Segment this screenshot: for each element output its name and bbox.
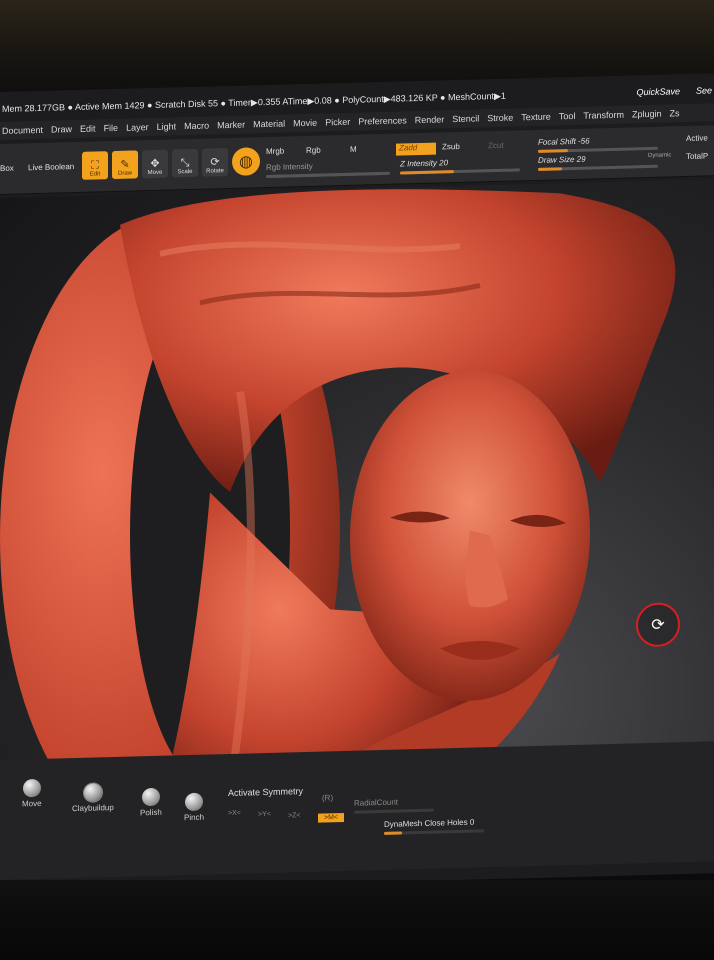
active-points-label: Active: [686, 133, 708, 144]
menu-stroke[interactable]: Stroke: [487, 113, 513, 124]
zcut-button[interactable]: Zcut: [488, 141, 504, 150]
menu-file[interactable]: File: [104, 123, 119, 133]
menu-draw[interactable]: Draw: [51, 124, 72, 135]
polish-brush-icon: [141, 787, 160, 807]
menu-macro[interactable]: Macro: [184, 121, 209, 132]
scale-tool-button[interactable]: ⤡ Scale: [172, 148, 198, 178]
scale-icon: ⤡: [180, 157, 190, 170]
brush-claybuildup[interactable]: Claybuildup: [72, 783, 114, 813]
menu-tool[interactable]: Tool: [559, 111, 576, 121]
edit-icon: ⛶: [91, 159, 99, 172]
menu-light[interactable]: Light: [157, 121, 177, 132]
quicksave-button[interactable]: QuickSave: [636, 86, 680, 97]
pinch-brush-icon: [185, 792, 203, 812]
menu-zscript[interactable]: Zs: [670, 108, 680, 118]
move-label: Move: [147, 169, 163, 177]
material-sphere-button[interactable]: ◍: [232, 147, 260, 176]
brush-polish-label: Polish: [140, 807, 162, 818]
menu-layer[interactable]: Layer: [126, 122, 149, 133]
monitor-bezel: [0, 880, 714, 960]
rotate-tool-button[interactable]: ⟳ Rotate: [202, 148, 228, 177]
focal-shift-label: Focal Shift -56: [538, 136, 590, 147]
menu-material[interactable]: Material: [253, 119, 285, 130]
edit-label: Edit: [89, 171, 101, 178]
dynamesh-close-holes-slider[interactable]: [384, 829, 484, 835]
move-icon: ✥: [150, 157, 160, 171]
menu-texture[interactable]: Texture: [521, 112, 551, 123]
bottom-shelf: Move Claybuildup Polish Pinch Activate S…: [0, 741, 714, 880]
material-sphere-icon: ◍: [239, 153, 253, 171]
brush-claybuildup-label: Claybuildup: [72, 803, 114, 814]
menu-edit[interactable]: Edit: [80, 123, 96, 133]
rgb-intensity-slider[interactable]: [266, 171, 390, 179]
menu-preferences[interactable]: Preferences: [358, 115, 407, 126]
z-intensity-slider[interactable]: [400, 168, 520, 175]
sculpt-model: [0, 189, 676, 839]
menu-transform[interactable]: Transform: [583, 110, 624, 121]
menu-zplugin[interactable]: Zplugin: [632, 109, 662, 120]
zadd-button[interactable]: Zadd: [396, 142, 436, 156]
draw-size-slider[interactable]: [538, 164, 658, 171]
menu-picker[interactable]: Picker: [325, 117, 350, 128]
menu-stencil[interactable]: Stencil: [452, 113, 479, 124]
symmetry-m-button[interactable]: >M<: [318, 812, 345, 823]
menu-render[interactable]: Render: [415, 114, 445, 125]
symmetry-x-button[interactable]: >X<: [228, 810, 241, 817]
zsub-button[interactable]: Zsub: [442, 142, 460, 151]
draw-size-label: Draw Size 29: [538, 154, 586, 165]
focal-shift-slider[interactable]: [538, 146, 658, 153]
scale-label: Scale: [177, 168, 193, 176]
dynamesh-close-holes-label: DynaMesh Close Holes 0: [384, 817, 475, 829]
symmetry-y-button[interactable]: >Y<: [258, 811, 271, 818]
m-button[interactable]: M: [350, 145, 357, 154]
monitor-screen: Mem 28.177GB ● Active Mem 1429 ● Scratch…: [0, 73, 714, 893]
radial-count-slider[interactable]: [354, 808, 434, 814]
brush-pinch[interactable]: Pinch: [184, 792, 205, 823]
activate-symmetry-button[interactable]: Activate Symmetry: [228, 786, 303, 798]
dynamic-button[interactable]: Dynamic: [648, 152, 671, 159]
radial-count-label: RadialCount: [354, 797, 399, 808]
box-button[interactable]: Box: [0, 164, 14, 173]
brush-polish[interactable]: Polish: [140, 787, 162, 818]
rgb-button[interactable]: Rgb: [306, 146, 321, 155]
menu-marker[interactable]: Marker: [217, 120, 245, 131]
menu-document[interactable]: Document: [2, 125, 43, 136]
z-intensity-label: Z Intensity 20: [400, 158, 449, 169]
move-brush-icon: [22, 778, 41, 798]
draw-label: Draw: [117, 170, 132, 177]
canvas-viewport[interactable]: ⟳: [0, 179, 714, 839]
draw-button[interactable]: ✎ Draw: [112, 150, 138, 180]
brush-pinch-label: Pinch: [184, 812, 205, 823]
symmetry-z-button[interactable]: >Z<: [288, 812, 300, 819]
mrgb-button[interactable]: Mrgb: [266, 147, 284, 156]
rotate-label: Rotate: [206, 168, 224, 175]
brush-move-label: Move: [22, 798, 42, 809]
draw-icon: ✎: [120, 158, 130, 171]
menu-movie[interactable]: Movie: [293, 118, 317, 129]
live-boolean-button[interactable]: Live Boolean: [28, 162, 74, 172]
rotate-icon: ⟳: [210, 156, 220, 169]
rgb-intensity-label: Rgb Intensity: [266, 161, 313, 173]
total-points-label: TotalP: [686, 151, 709, 162]
edit-button[interactable]: ⛶ Edit: [82, 151, 108, 180]
move-tool-button[interactable]: ✥ Move: [142, 149, 168, 179]
radial-r-button[interactable]: (R): [322, 793, 333, 802]
claybuildup-brush-icon: [83, 783, 102, 802]
see-through-button[interactable]: See: [696, 85, 712, 95]
brush-move[interactable]: Move: [22, 778, 42, 809]
